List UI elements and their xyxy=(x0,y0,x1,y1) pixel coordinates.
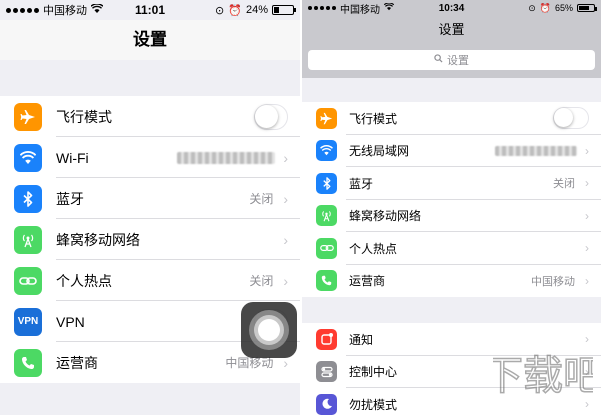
hotspot-icon xyxy=(316,237,337,259)
wifi-icon xyxy=(316,140,337,162)
row-label: 飞行模式 xyxy=(56,108,112,125)
chevron-right-icon: › xyxy=(283,231,288,248)
chevron-right-icon: › xyxy=(585,273,589,288)
battery-icon xyxy=(272,5,296,15)
cellular-icon xyxy=(14,225,42,254)
page-title: 设置 xyxy=(0,20,300,60)
battery-percent: 65% xyxy=(554,3,573,13)
right-screen: 中国移动 10:34 ⊙ ⏰ 65% 设置 设置 飞行模式 无线局域网 › 蓝牙… xyxy=(302,0,601,415)
row-airplane-mode: 飞行模式 xyxy=(0,96,300,137)
row-label: 蜂窝移动网络 xyxy=(56,231,140,248)
watermark-logo: 下载吧 xyxy=(493,352,593,400)
search-placeholder: 设置 xyxy=(447,55,469,67)
wifi-network-name-blurred xyxy=(177,151,276,164)
airplane-mode-toggle[interactable] xyxy=(553,107,589,130)
assistive-touch-button[interactable] xyxy=(241,302,297,358)
cellular-icon xyxy=(316,205,337,227)
row-label: 运营商 xyxy=(56,354,98,371)
rotation-lock-icon: ⊙ xyxy=(528,2,536,13)
svg-text:下载吧: 下载吧 xyxy=(493,353,593,399)
search-input[interactable]: 设置 xyxy=(308,50,595,70)
chevron-right-icon: › xyxy=(283,272,288,289)
row-label: Wi-Fi xyxy=(56,149,89,166)
status-bar: 中国移动 11:01 ⊙ ⏰ 24% xyxy=(0,0,300,20)
wifi-network-name-blurred xyxy=(495,145,577,156)
chevron-right-icon: › xyxy=(283,190,288,207)
phone-icon xyxy=(14,348,42,377)
row-label: 无线局域网 xyxy=(349,144,410,159)
row-bluetooth[interactable]: 蓝牙 关闭 › xyxy=(302,167,601,200)
row-value: 关闭 xyxy=(249,274,274,288)
row-label: 蓝牙 xyxy=(349,176,374,191)
chevron-right-icon: › xyxy=(585,176,589,191)
control-center-icon xyxy=(316,361,337,383)
row-label: 运营商 xyxy=(349,274,386,289)
bluetooth-icon xyxy=(316,172,337,194)
alarm-icon: ⏰ xyxy=(539,2,551,13)
left-screen: 中国移动 11:01 ⊙ ⏰ 24% 设置 飞行模式 Wi-Fi › 蓝牙 关闭… xyxy=(0,0,300,415)
alarm-icon: ⏰ xyxy=(228,4,242,17)
row-cellular[interactable]: 蜂窝移动网络 › xyxy=(0,219,300,260)
hotspot-icon xyxy=(14,266,42,295)
row-personal-hotspot[interactable]: 个人热点 关闭 › xyxy=(0,260,300,301)
bluetooth-icon xyxy=(14,184,42,213)
chevron-right-icon: › xyxy=(585,241,589,256)
row-cellular[interactable]: 蜂窝移动网络 › xyxy=(302,199,601,232)
row-bluetooth[interactable]: 蓝牙 关闭 › xyxy=(0,178,300,219)
row-value: 中国移动 xyxy=(531,275,575,288)
row-value: 关闭 xyxy=(553,178,575,191)
chevron-right-icon: › xyxy=(283,149,288,166)
row-value: 关闭 xyxy=(249,192,274,206)
row-label: 蓝牙 xyxy=(56,190,84,207)
chevron-right-icon: › xyxy=(585,208,589,223)
airplane-icon xyxy=(316,107,337,129)
settings-list: 飞行模式 无线局域网 › 蓝牙 关闭 › 蜂窝移动网络 › 个人热点 › 运营商… xyxy=(302,102,601,297)
airplane-mode-toggle[interactable] xyxy=(254,103,288,130)
notifications-icon xyxy=(316,328,337,350)
row-wifi[interactable]: Wi-Fi › xyxy=(0,137,300,178)
airplane-icon xyxy=(14,102,42,131)
row-label: 飞行模式 xyxy=(349,111,398,126)
page-title: 设置 xyxy=(302,16,601,44)
search-bar: 设置 xyxy=(302,44,601,78)
moon-icon xyxy=(316,393,337,415)
row-label: 个人热点 xyxy=(56,272,112,289)
vpn-icon: VPN xyxy=(14,307,42,336)
battery-icon xyxy=(577,4,597,12)
rotation-lock-icon: ⊙ xyxy=(215,4,225,17)
wifi-icon xyxy=(14,143,42,172)
battery-percent: 24% xyxy=(245,4,268,16)
row-wlan[interactable]: 无线局域网 › xyxy=(302,134,601,167)
chevron-right-icon: › xyxy=(585,143,589,158)
phone-icon xyxy=(316,270,337,292)
row-airplane-mode: 飞行模式 xyxy=(302,102,601,135)
row-label: 个人热点 xyxy=(349,241,398,256)
status-bar: 中国移动 10:34 ⊙ ⏰ 65% xyxy=(302,0,601,16)
row-label: VPN xyxy=(56,313,85,330)
row-label: 蜂窝移动网络 xyxy=(349,209,422,224)
search-icon xyxy=(434,54,443,66)
row-carrier[interactable]: 运营商 中国移动 › xyxy=(302,264,601,297)
row-personal-hotspot[interactable]: 个人热点 › xyxy=(302,232,601,265)
